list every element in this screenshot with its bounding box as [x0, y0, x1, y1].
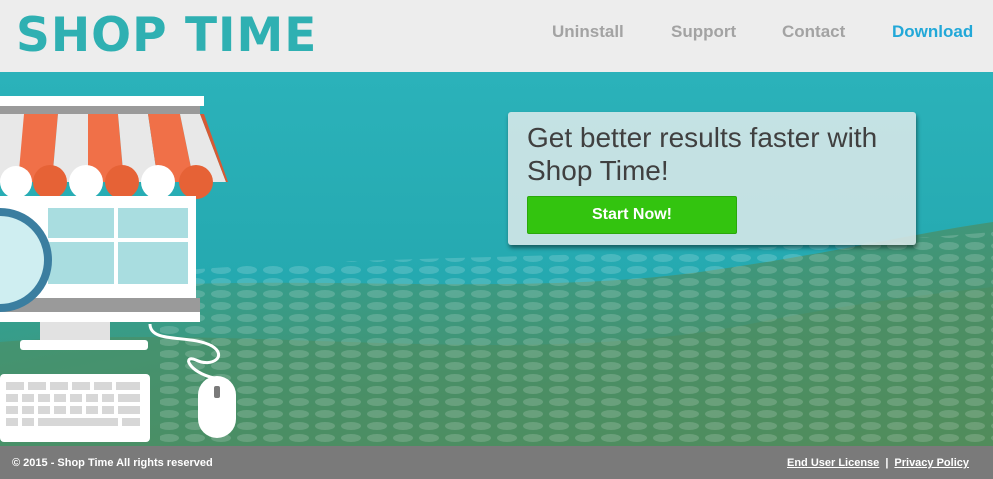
start-now-button[interactable]: Start Now! [527, 196, 737, 234]
promo-title: Get better results faster with Shop Time… [527, 122, 878, 186]
logo[interactable]: SHOP TIME [16, 8, 317, 64]
end-user-license-link[interactable]: End User License [787, 457, 879, 469]
nav-download[interactable]: Download [892, 22, 973, 42]
link-separator: | [885, 457, 889, 469]
footer: © 2015 - Shop Time All rights reserved E… [0, 446, 993, 479]
copyright-text: © 2015 - Shop Time All rights reserved [12, 457, 213, 469]
nav-contact[interactable]: Contact [782, 22, 845, 42]
privacy-policy-link[interactable]: Privacy Policy [894, 457, 969, 469]
promo-card: Get better results faster with Shop Time… [508, 112, 916, 245]
legal-links: End User License | Privacy Policy [787, 457, 969, 469]
nav-uninstall[interactable]: Uninstall [552, 22, 624, 42]
nav-support[interactable]: Support [671, 22, 736, 42]
header: SHOP TIME Uninstall Support Contact Down… [0, 0, 993, 72]
